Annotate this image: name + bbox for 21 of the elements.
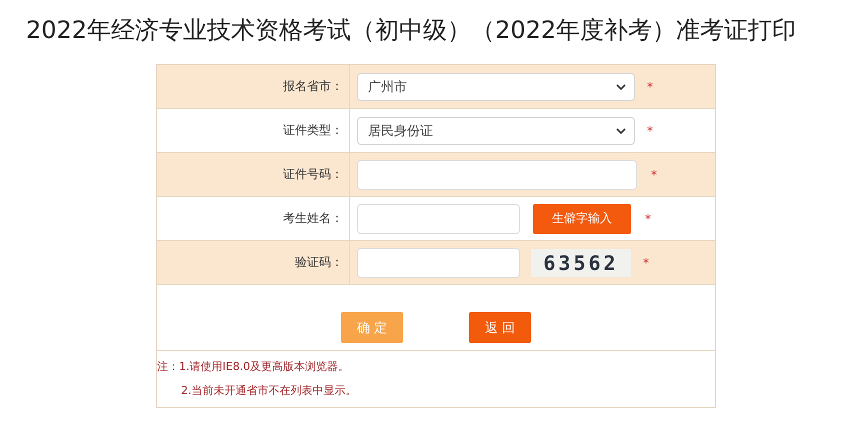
note-text: 注：1.请使用IE8.0及更高版本浏览器。	[157, 359, 350, 375]
caret-icon	[616, 128, 626, 134]
input-field[interactable]	[357, 204, 520, 234]
captcha-image[interactable]: 63562	[531, 248, 631, 276]
required-mark: *	[643, 256, 649, 270]
input-field[interactable]	[357, 160, 637, 190]
field-label: 证件号码：	[283, 166, 343, 183]
dropdown-field[interactable]: 居民身份证	[357, 116, 635, 144]
field-label: 考生姓名：	[283, 210, 343, 227]
field-label: 验证码：	[295, 254, 343, 271]
field-label: 报名省市：	[283, 78, 343, 95]
dropdown-field[interactable]: 广州市	[357, 72, 635, 100]
input-field[interactable]	[357, 248, 520, 278]
field-label: 证件类型：	[283, 122, 343, 139]
required-mark: *	[645, 212, 651, 226]
required-mark: *	[647, 124, 653, 138]
required-mark: *	[647, 80, 653, 94]
required-mark: *	[651, 168, 657, 182]
page-title: 2022年经济专业技术资格考试（初中级）（2022年度补考）准考证打印	[25, 15, 798, 46]
note-text: 2.当前未开通省市不在列表中显示。	[180, 383, 358, 399]
caret-icon	[616, 84, 626, 90]
